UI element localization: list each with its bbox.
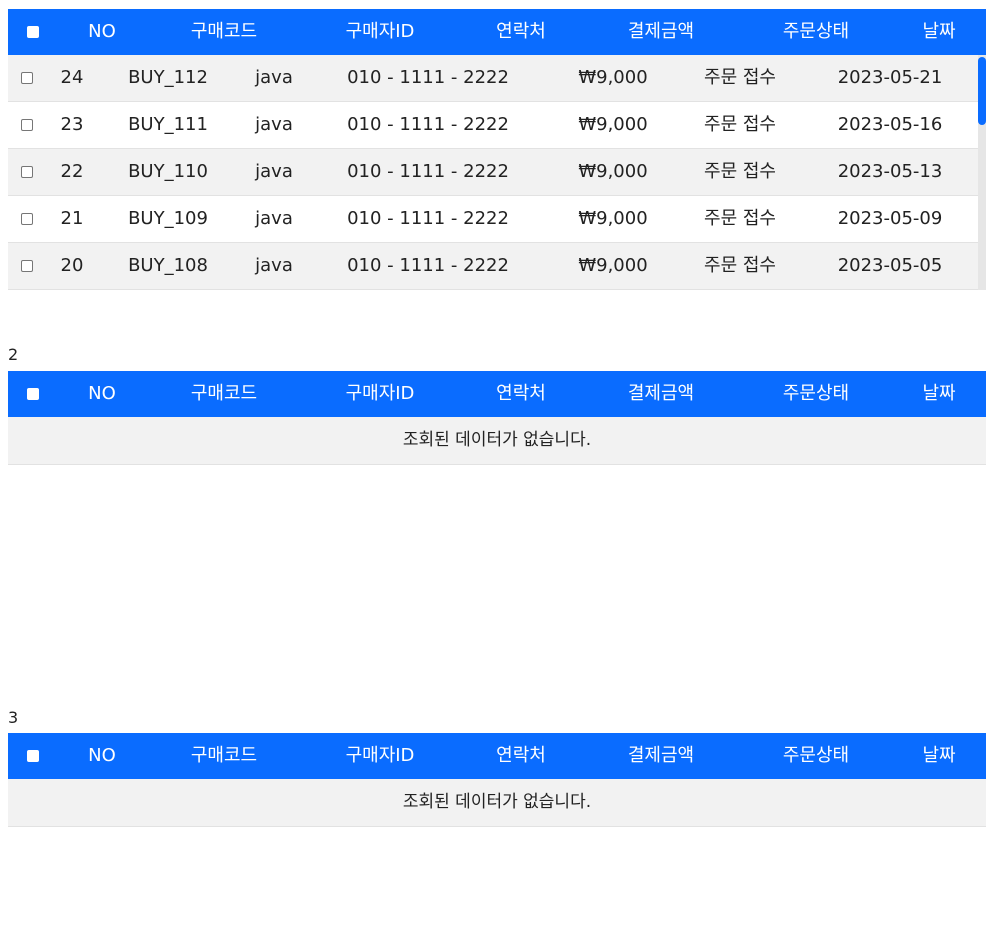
cell-status: 주문 접수 — [704, 114, 776, 135]
cell-amount: ₩9,000 — [578, 114, 648, 135]
header-code[interactable]: 구매코드 — [191, 9, 257, 55]
header-status[interactable]: 주문상태 — [783, 733, 849, 779]
header-amount[interactable]: 결제금액 — [628, 371, 694, 417]
cell-phone: 010 - 1111 - 2222 — [347, 161, 509, 182]
cell-phone: 010 - 1111 - 2222 — [347, 114, 509, 135]
cell-no: 21 — [60, 208, 84, 229]
cell-amount: ₩9,000 — [578, 161, 648, 182]
cell-no: 24 — [60, 67, 84, 88]
cell-date: 2023-05-16 — [837, 114, 943, 135]
header-phone[interactable]: 연락처 — [496, 371, 546, 417]
cell-no: 20 — [60, 255, 84, 276]
cell-amount: ₩9,000 — [578, 67, 648, 88]
header-phone[interactable]: 연락처 — [496, 733, 546, 779]
cell-date: 2023-05-21 — [837, 67, 943, 88]
cell-status: 주문 접수 — [704, 255, 776, 276]
table-header: NO 구매코드 구매자ID 연락처 결제금액 주문상태 날짜 — [8, 371, 986, 417]
cell-no: 22 — [60, 161, 84, 182]
cell-buyer: java — [255, 161, 293, 182]
table-row[interactable]: 23 BUY_111 java 010 - 1111 - 2222 ₩9,000… — [8, 102, 986, 149]
row-checkbox[interactable] — [21, 166, 33, 178]
header-status[interactable]: 주문상태 — [783, 371, 849, 417]
cell-date: 2023-05-13 — [837, 161, 943, 182]
orders-table-3: NO 구매코드 구매자ID 연락처 결제금액 주문상태 날짜 조회된 데이터가 … — [8, 733, 986, 827]
select-all-checkbox[interactable] — [27, 26, 39, 38]
header-code[interactable]: 구매코드 — [191, 733, 257, 779]
scrollbar-thumb[interactable] — [978, 57, 986, 125]
cell-code: BUY_108 — [128, 255, 208, 276]
header-status[interactable]: 주문상태 — [783, 9, 849, 55]
header-phone[interactable]: 연락처 — [496, 9, 546, 55]
table-header: NO 구매코드 구매자ID 연락처 결제금액 주문상태 날짜 — [8, 733, 986, 779]
section-label-3: 3 — [8, 708, 19, 727]
empty-message: 조회된 데이터가 없습니다. — [8, 779, 986, 827]
row-checkbox[interactable] — [21, 260, 33, 272]
cell-no: 23 — [60, 114, 84, 135]
select-all-checkbox[interactable] — [27, 750, 39, 762]
section-label-2: 2 — [8, 345, 19, 364]
cell-buyer: java — [255, 67, 293, 88]
row-checkbox[interactable] — [21, 72, 33, 84]
header-amount[interactable]: 결제금액 — [628, 733, 694, 779]
header-amount[interactable]: 결제금액 — [628, 9, 694, 55]
header-code[interactable]: 구매코드 — [191, 371, 257, 417]
cell-phone: 010 - 1111 - 2222 — [347, 255, 509, 276]
row-checkbox[interactable] — [21, 119, 33, 131]
row-checkbox[interactable] — [21, 213, 33, 225]
cell-phone: 010 - 1111 - 2222 — [347, 67, 509, 88]
header-no[interactable]: NO — [88, 9, 116, 55]
select-all-checkbox[interactable] — [27, 388, 39, 400]
header-buyer[interactable]: 구매자ID — [346, 371, 415, 417]
orders-table-1: NO 구매코드 구매자ID 연락처 결제금액 주문상태 날짜 24 BUY_11… — [8, 9, 986, 290]
header-date[interactable]: 날짜 — [922, 733, 955, 779]
cell-date: 2023-05-09 — [837, 208, 943, 229]
cell-code: BUY_109 — [128, 208, 208, 229]
cell-status: 주문 접수 — [704, 161, 776, 182]
header-buyer[interactable]: 구매자ID — [346, 733, 415, 779]
table-header: NO 구매코드 구매자ID 연락처 결제금액 주문상태 날짜 — [8, 9, 986, 55]
table-row[interactable]: 22 BUY_110 java 010 - 1111 - 2222 ₩9,000… — [8, 149, 986, 196]
empty-message: 조회된 데이터가 없습니다. — [8, 417, 986, 465]
orders-table-2: NO 구매코드 구매자ID 연락처 결제금액 주문상태 날짜 조회된 데이터가 … — [8, 371, 986, 465]
cell-status: 주문 접수 — [704, 208, 776, 229]
cell-buyer: java — [255, 208, 293, 229]
table-row[interactable]: 20 BUY_108 java 010 - 1111 - 2222 ₩9,000… — [8, 243, 986, 290]
table-scrollbar[interactable] — [978, 55, 986, 290]
cell-code: BUY_112 — [128, 67, 208, 88]
header-no[interactable]: NO — [88, 733, 116, 779]
cell-phone: 010 - 1111 - 2222 — [347, 208, 509, 229]
cell-status: 주문 접수 — [704, 67, 776, 88]
cell-code: BUY_111 — [128, 114, 208, 135]
header-buyer[interactable]: 구매자ID — [346, 9, 415, 55]
cell-date: 2023-05-05 — [837, 255, 943, 276]
table-body: 24 BUY_112 java 010 - 1111 - 2222 ₩9,000… — [8, 55, 986, 290]
table-row[interactable]: 21 BUY_109 java 010 - 1111 - 2222 ₩9,000… — [8, 196, 986, 243]
header-no[interactable]: NO — [88, 371, 116, 417]
cell-buyer: java — [255, 114, 293, 135]
header-date[interactable]: 날짜 — [922, 9, 955, 55]
cell-code: BUY_110 — [128, 161, 208, 182]
cell-amount: ₩9,000 — [578, 208, 648, 229]
table-row[interactable]: 24 BUY_112 java 010 - 1111 - 2222 ₩9,000… — [8, 55, 986, 102]
cell-buyer: java — [255, 255, 293, 276]
cell-amount: ₩9,000 — [578, 255, 648, 276]
header-date[interactable]: 날짜 — [922, 371, 955, 417]
